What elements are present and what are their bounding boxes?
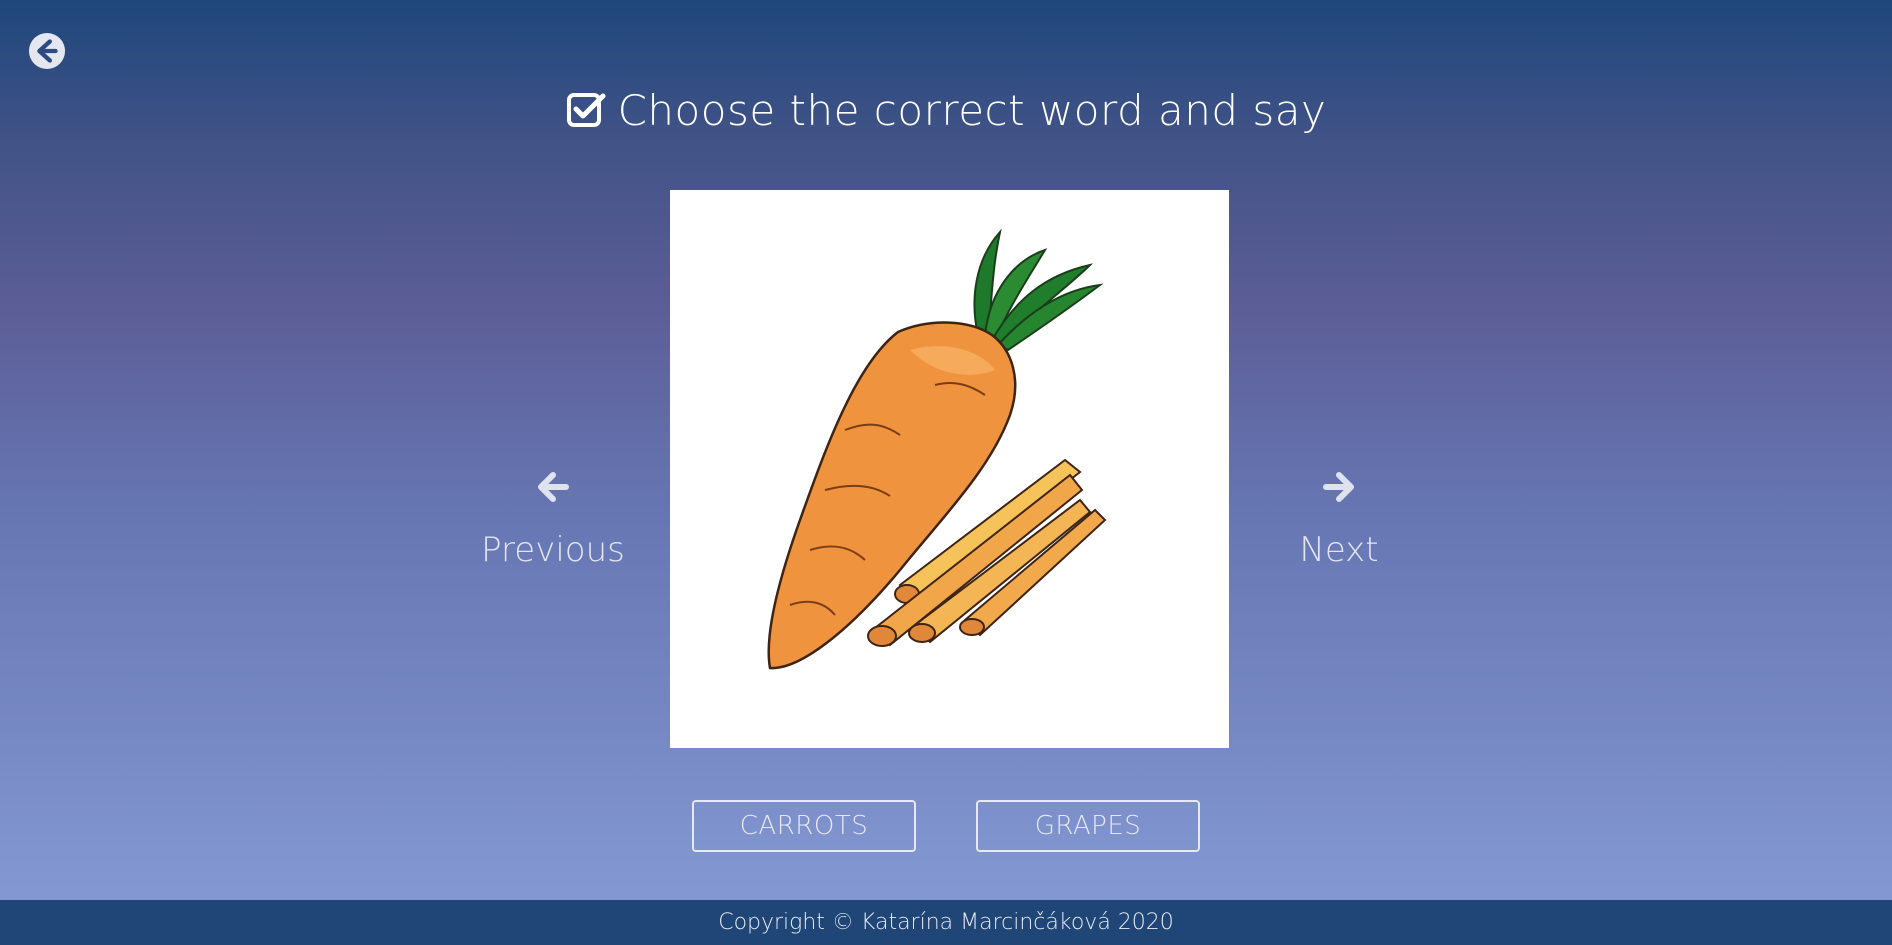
carrot-image	[670, 190, 1229, 748]
previous-label: Previous	[481, 530, 625, 570]
carrot-illustration	[767, 228, 1107, 670]
next-button[interactable]: Next	[1239, 470, 1439, 570]
answer-options: CARROTS GRAPES	[0, 800, 1892, 852]
check-square-icon	[566, 93, 606, 127]
back-button[interactable]	[28, 32, 66, 70]
title-text: Choose the correct word and say	[617, 85, 1327, 135]
arrow-right-icon	[1323, 472, 1354, 502]
copyright-text: Copyright © Katarína Marcinčáková 2020	[718, 910, 1174, 935]
answer-button-carrots[interactable]: CARROTS	[692, 800, 916, 852]
answer-button-grapes[interactable]: GRAPES	[976, 800, 1200, 852]
arrow-left-icon	[538, 472, 569, 502]
carrot-leaves	[973, 228, 1104, 352]
page-title: Choose the correct word and say	[0, 80, 1892, 140]
next-label: Next	[1299, 530, 1379, 570]
previous-button[interactable]: Previous	[453, 470, 653, 570]
arrow-circle-left-icon	[28, 32, 66, 70]
footer: Copyright © Katarína Marcinčáková 2020	[0, 900, 1892, 945]
